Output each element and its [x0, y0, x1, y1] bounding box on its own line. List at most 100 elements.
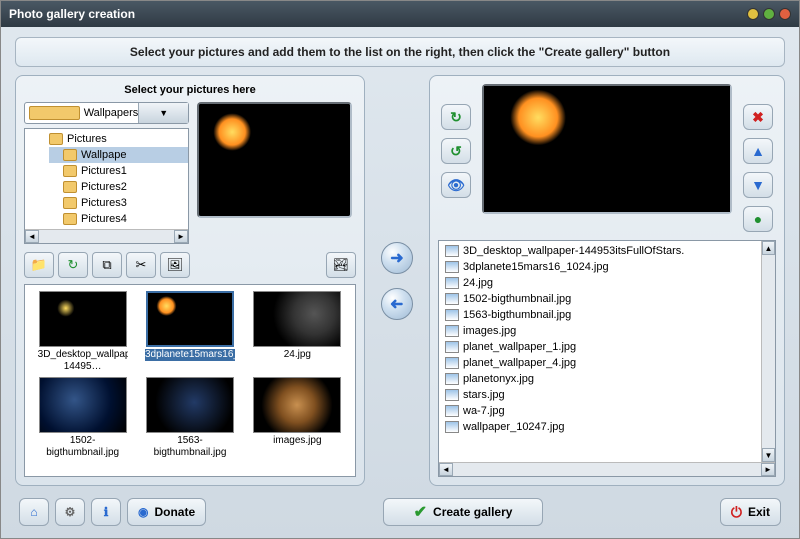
image-file-icon	[445, 293, 459, 305]
image-file-icon	[445, 245, 459, 257]
thumbnail-image	[39, 291, 127, 347]
thumbnail-item[interactable]: 3dplanete15mars16_1024.jpg	[138, 291, 241, 373]
scroll-up-icon[interactable]: ▲	[762, 241, 775, 255]
add-button[interactable]: ➜	[381, 242, 413, 274]
tree-item-label: Pictures3	[81, 197, 127, 209]
file-list-item[interactable]: 3dplanete15mars16_1024.jpg	[441, 259, 773, 275]
thumbnail-label: images.jpg	[252, 435, 342, 447]
delete-icon: ✖	[752, 109, 764, 126]
file-list-item[interactable]: wa-7.jpg	[441, 403, 773, 419]
list-scrollbar-h[interactable]: ◄ ►	[439, 462, 775, 476]
donate-button[interactable]: ◉ Donate	[127, 498, 206, 526]
copy-button[interactable]: ⧉	[92, 252, 122, 278]
create-gallery-button[interactable]: ✔Create gallery	[383, 498, 544, 526]
home-button[interactable]: ⌂	[19, 498, 49, 526]
refresh-button[interactable]: ↻	[58, 252, 88, 278]
view-button[interactable]: 🖼	[160, 252, 190, 278]
file-list-item[interactable]: planet_wallpaper_4.jpg	[441, 355, 773, 371]
thumbnail-label: 24.jpg	[252, 349, 342, 361]
thumbs-view-button[interactable]: 🏞	[326, 252, 356, 278]
dot-icon: ●	[754, 211, 762, 227]
gallery-file-list[interactable]: 3D_desktop_wallpaper-144953itsFullOfStar…	[438, 240, 776, 477]
file-name: 3D_desktop_wallpaper-144953itsFullOfStar…	[463, 245, 684, 257]
tree-item[interactable]: Wallpape	[49, 147, 188, 163]
thumbnail-item[interactable]: images.jpg	[246, 377, 349, 459]
source-panel: Select your pictures here Wallpapers ▼ P…	[15, 75, 365, 486]
rotate-left-button[interactable]: ↺	[441, 138, 471, 164]
thumbnail-grid[interactable]: 3D_desktop_wallpaper-14495… 3dplanete15ma…	[24, 284, 356, 477]
maximize-button[interactable]	[763, 8, 775, 20]
tree-item[interactable]: Pictures3	[49, 195, 188, 211]
tree-item-label: Pictures	[67, 133, 107, 145]
delete-button[interactable]: ✖	[743, 104, 773, 130]
file-list-item[interactable]: planetonyx.jpg	[441, 371, 773, 387]
cut-button[interactable]: ✂	[126, 252, 156, 278]
minimize-button[interactable]	[747, 8, 759, 20]
exit-button[interactable]: ⏻Exit	[720, 498, 781, 526]
home-icon: ⌂	[30, 505, 37, 519]
tree-item[interactable]: Pictures1	[49, 163, 188, 179]
folder-icon	[63, 149, 77, 161]
file-list-item[interactable]: stars.jpg	[441, 387, 773, 403]
folder-up-icon: 📁	[31, 257, 47, 273]
tree-item-label: Pictures1	[81, 165, 127, 177]
power-icon: ⏻	[731, 504, 742, 521]
settings-button[interactable]: ⚙	[55, 498, 85, 526]
preview-eye-button[interactable]: 👁	[441, 172, 471, 198]
info-button[interactable]: ℹ	[91, 498, 121, 526]
thumbnail-item[interactable]: 1502-bigthumbnail.jpg	[31, 377, 134, 459]
thumbnail-image	[253, 291, 341, 347]
gear-icon: ⚙	[65, 505, 76, 519]
tree-item[interactable]: Pictures2	[49, 179, 188, 195]
move-up-button[interactable]: ▲	[743, 138, 773, 164]
rotate-right-button[interactable]: ↻	[441, 104, 471, 130]
chevron-down-icon[interactable]: ▼	[138, 103, 188, 123]
eye-icon: 👁	[447, 177, 465, 194]
apply-button[interactable]: ●	[743, 206, 773, 232]
thumbnail-item[interactable]: 3D_desktop_wallpaper-14495…	[31, 291, 134, 373]
tree-item-label: Pictures2	[81, 181, 127, 193]
source-toolbar: 📁 ↻ ⧉ ✂ 🖼 🏞	[24, 252, 356, 278]
create-gallery-label: Create gallery	[433, 505, 512, 519]
image-file-icon	[445, 373, 459, 385]
file-list-item[interactable]: 1563-bigthumbnail.jpg	[441, 307, 773, 323]
image-file-icon	[445, 421, 459, 433]
file-list-item[interactable]: 24.jpg	[441, 275, 773, 291]
list-scrollbar-v[interactable]: ▲ ▼	[761, 241, 775, 462]
scroll-down-icon[interactable]: ▼	[762, 448, 775, 462]
remove-button[interactable]: ➜	[381, 288, 413, 320]
thumbnail-item[interactable]: 1563-bigthumbnail.jpg	[138, 377, 241, 459]
thumbnail-image	[253, 377, 341, 433]
thumbnail-item[interactable]: 24.jpg	[246, 291, 349, 373]
gallery-panel: ↻ ↺ 👁 ✖ ▲ ▼ ● 3D_desktop_wallpa	[429, 75, 785, 486]
scroll-left-icon[interactable]: ◄	[25, 230, 39, 243]
tree-scrollbar-h[interactable]: ◄ ►	[25, 229, 188, 243]
thumbnail-label: 3dplanete15mars16_1024.jpg	[145, 349, 235, 361]
copy-icon: ⧉	[102, 257, 111, 273]
donate-icon: ◉	[138, 505, 148, 519]
scroll-right-icon[interactable]: ►	[174, 230, 188, 243]
file-list-item[interactable]: 1502-bigthumbnail.jpg	[441, 291, 773, 307]
tree-item[interactable]: Pictures	[49, 131, 188, 147]
file-name: 1563-bigthumbnail.jpg	[463, 309, 571, 321]
refresh-icon: ↻	[68, 257, 79, 273]
scroll-left-icon[interactable]: ◄	[439, 463, 453, 476]
file-name: planet_wallpaper_4.jpg	[463, 357, 576, 369]
scroll-right-icon[interactable]: ►	[761, 463, 775, 476]
close-button[interactable]	[779, 8, 791, 20]
arrow-down-icon: ▼	[751, 177, 765, 193]
file-list-item[interactable]: 3D_desktop_wallpaper-144953itsFullOfStar…	[441, 243, 773, 259]
file-list-item[interactable]: wallpaper_10247.jpg	[441, 419, 773, 435]
folder-tree[interactable]: Pictures Wallpape Pictures1 Pictures2 Pictur…	[24, 128, 189, 244]
folder-combo[interactable]: Wallpapers ▼	[24, 102, 189, 124]
thumbnail-image	[146, 377, 234, 433]
file-list-item[interactable]: images.jpg	[441, 323, 773, 339]
file-name: 24.jpg	[463, 277, 493, 289]
file-list-item[interactable]: planet_wallpaper_1.jpg	[441, 339, 773, 355]
donate-label: Donate	[154, 505, 195, 519]
thumbnail-label: 1502-bigthumbnail.jpg	[38, 435, 128, 459]
move-down-button[interactable]: ▼	[743, 172, 773, 198]
tree-item[interactable]: Pictures4	[49, 211, 188, 227]
image-file-icon	[445, 309, 459, 321]
up-folder-button[interactable]: 📁	[24, 252, 54, 278]
